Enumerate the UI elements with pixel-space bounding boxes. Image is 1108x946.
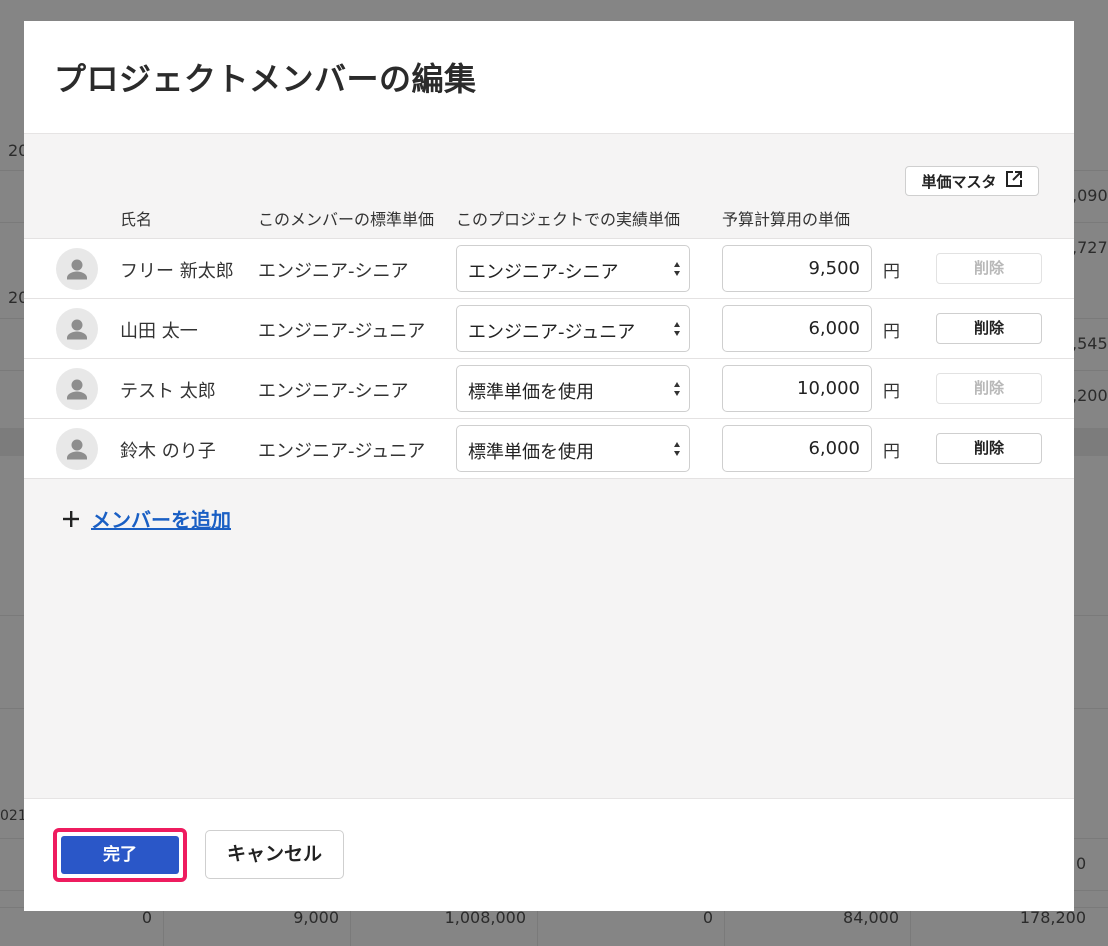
bg-fragment: ,200 (1072, 386, 1108, 405)
rate-master-label: 単価マスタ (921, 172, 997, 191)
done-button-highlight: 完了 (53, 828, 187, 882)
member-list: フリー 新太郎 エンジニア-シニア エンジニア-シニア 9,500 円 削除 山… (24, 238, 1074, 479)
done-button[interactable]: 完了 (61, 836, 179, 874)
member-name: フリー 新太郎 (120, 261, 234, 282)
standard-rate: エンジニア-ジュニア (258, 441, 426, 462)
external-link-icon (1005, 170, 1023, 192)
avatar (56, 308, 98, 350)
project-rate-value: エンジニア-ジュニア (468, 322, 636, 343)
member-row: 山田 太一 エンジニア-ジュニア エンジニア-ジュニア 6,000 円 削除 (24, 299, 1074, 359)
delete-button[interactable]: 削除 (936, 433, 1042, 464)
project-rate-select[interactable]: エンジニア-ジュニア (456, 305, 690, 352)
budget-rate-input[interactable]: 10,000 (722, 365, 872, 412)
bg-fragment: ,545 (1072, 334, 1108, 353)
project-rate-value: 標準単価を使用 (468, 382, 594, 403)
standard-rate: エンジニア-ジュニア (258, 321, 426, 342)
budget-rate-input[interactable]: 9,500 (722, 245, 872, 292)
project-rate-select[interactable]: エンジニア-シニア (456, 245, 690, 292)
currency-unit: 円 (883, 442, 900, 462)
select-arrows-icon (674, 322, 680, 336)
avatar (56, 248, 98, 290)
bg-fragment: ,727 (1072, 238, 1108, 257)
member-name: 山田 太一 (120, 321, 198, 342)
member-name: テスト 太郎 (120, 381, 216, 402)
delete-button: 削除 (936, 253, 1042, 284)
member-name: 鈴木 のり子 (120, 441, 216, 462)
budget-rate-input[interactable]: 6,000 (722, 305, 872, 352)
column-header-name: 氏名 (120, 210, 153, 229)
bg-fragment: 0 (1076, 854, 1087, 873)
add-member-link[interactable]: メンバーを追加 (61, 504, 231, 533)
column-header-budget-rate: 予算計算用の単価 (722, 210, 851, 229)
standard-rate: エンジニア-シニア (258, 261, 409, 282)
bg-fragment: 021 (0, 808, 27, 824)
cancel-button[interactable]: キャンセル (205, 830, 344, 879)
delete-button: 削除 (936, 373, 1042, 404)
user-icon (67, 319, 87, 340)
select-arrows-icon (674, 262, 680, 276)
member-row: フリー 新太郎 エンジニア-シニア エンジニア-シニア 9,500 円 削除 (24, 239, 1074, 299)
standard-rate: エンジニア-シニア (258, 381, 409, 402)
project-rate-select[interactable]: 標準単価を使用 (456, 425, 690, 472)
dialog-body: 単価マスタ 氏名 このメンバーの標準単価 このプロジェクトでの実績単価 予算計算… (24, 134, 1074, 798)
member-row: 鈴木 のり子 エンジニア-ジュニア 標準単価を使用 6,000 円 削除 (24, 419, 1074, 479)
edit-members-dialog: プロジェクトメンバーの編集 単価マスタ 氏名 このメンバーの標準単価 このプロジ… (24, 21, 1074, 911)
delete-button[interactable]: 削除 (936, 313, 1042, 344)
column-header-project-rate: このプロジェクトでの実績単価 (456, 210, 681, 229)
project-rate-select[interactable]: 標準単価を使用 (456, 365, 690, 412)
project-rate-value: エンジニア-シニア (468, 262, 619, 283)
user-icon (67, 259, 87, 280)
project-rate-value: 標準単価を使用 (468, 442, 594, 463)
column-header-standard-rate: このメンバーの標準単価 (258, 210, 435, 229)
avatar (56, 428, 98, 470)
bg-fragment: ,090 (1072, 186, 1108, 205)
add-member-label[interactable]: メンバーを追加 (91, 504, 231, 533)
budget-rate-input[interactable]: 6,000 (722, 425, 872, 472)
currency-unit: 円 (883, 322, 900, 342)
currency-unit: 円 (883, 382, 900, 402)
dialog-header: プロジェクトメンバーの編集 (24, 21, 1074, 134)
currency-unit: 円 (883, 262, 900, 282)
select-arrows-icon (674, 442, 680, 456)
avatar (56, 368, 98, 410)
user-icon (67, 379, 87, 400)
dialog-title: プロジェクトメンバーの編集 (54, 60, 477, 98)
rate-master-button[interactable]: 単価マスタ (905, 166, 1039, 196)
member-row: テスト 太郎 エンジニア-シニア 標準単価を使用 10,000 円 削除 (24, 359, 1074, 419)
plus-icon (63, 510, 79, 527)
select-arrows-icon (674, 382, 680, 396)
user-icon (67, 439, 87, 460)
